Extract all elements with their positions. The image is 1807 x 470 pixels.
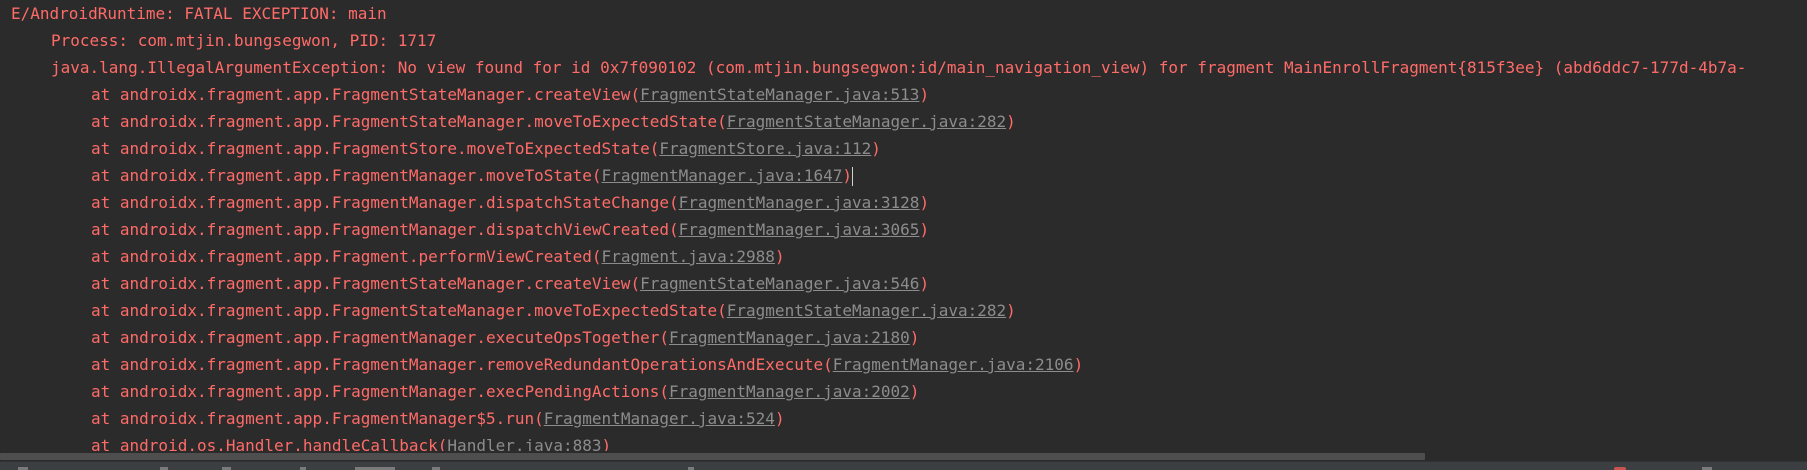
log-exception-line: java.lang.IllegalArgumentException: No v…	[51, 58, 1747, 77]
stack-frame-source-link[interactable]: FragmentManager.java:524	[544, 409, 775, 428]
stack-frame-line: at androidx.fragment.app.FragmentManager…	[11, 324, 1807, 351]
stack-frame-method: at androidx.fragment.app.FragmentStore.m…	[91, 139, 660, 158]
stack-frame-method: at androidx.fragment.app.FragmentStateMa…	[91, 274, 641, 293]
stack-frame-close-paren: )	[774, 247, 785, 266]
stack-frame-method: at androidx.fragment.app.FragmentManager…	[91, 166, 602, 185]
stack-frame-source-link[interactable]: FragmentManager.java:2002	[669, 382, 910, 401]
stack-frame-source-link[interactable]: FragmentManager.java:3128	[679, 193, 920, 212]
stack-frame-close-paren: )	[919, 193, 930, 212]
stack-frame-line: at androidx.fragment.app.FragmentManager…	[11, 162, 1807, 189]
stack-frame-method: at androidx.fragment.app.FragmentManager…	[91, 328, 669, 347]
stack-frame-method: at androidx.fragment.app.FragmentManager…	[91, 382, 669, 401]
stack-frame-source-link[interactable]: FragmentStateManager.java:282	[727, 112, 1006, 131]
horizontal-scrollbar-thumb[interactable]	[0, 453, 1425, 460]
stack-frame-line: at androidx.fragment.app.FragmentStateMa…	[11, 108, 1807, 135]
horizontal-scrollbar[interactable]	[0, 451, 1807, 461]
stack-frame-close-paren: )	[909, 382, 920, 401]
stack-frame-method: at androidx.fragment.app.FragmentStateMa…	[91, 85, 641, 104]
stack-frame-method: at androidx.fragment.app.FragmentManager…	[91, 409, 544, 428]
stack-frame-close-paren: )	[871, 139, 881, 158]
stack-frame-close-paren: )	[1006, 301, 1016, 320]
stack-frame-close-paren: )	[919, 220, 930, 239]
stack-frame-source-link[interactable]: FragmentStore.java:112	[659, 139, 871, 158]
bottom-toolbar-strip	[0, 461, 1807, 470]
stack-frame-line: at androidx.fragment.app.FragmentManager…	[11, 189, 1807, 216]
stack-frame-line: at androidx.fragment.app.Fragment.perfor…	[11, 243, 1807, 270]
stack-frame-close-paren: )	[1006, 112, 1016, 131]
stack-frame-close-paren: )	[919, 85, 930, 104]
stack-frame-line: at androidx.fragment.app.FragmentStateMa…	[11, 297, 1807, 324]
stack-frame-source-link[interactable]: FragmentManager.java:2180	[669, 328, 910, 347]
stack-frame-source-link[interactable]: FragmentManager.java:3065	[679, 220, 920, 239]
stack-frame-method: at androidx.fragment.app.FragmentStateMa…	[91, 301, 727, 320]
stack-frame-method: at androidx.fragment.app.FragmentManager…	[91, 355, 833, 374]
stack-frame-close-paren: )	[919, 274, 930, 293]
stack-frame-method: at androidx.fragment.app.Fragment.perfor…	[91, 247, 602, 266]
log-lines: E/AndroidRuntime: FATAL EXCEPTION: main …	[11, 0, 1807, 459]
stack-frame-close-paren: )	[1073, 355, 1084, 374]
stack-frame-method: at androidx.fragment.app.FragmentManager…	[91, 220, 679, 239]
text-caret	[852, 167, 854, 186]
stack-frame-source-link[interactable]: FragmentManager.java:1647	[602, 166, 843, 185]
stack-frame-line: at androidx.fragment.app.FragmentStateMa…	[11, 81, 1807, 108]
stack-frame-close-paren: )	[842, 166, 853, 185]
stack-frame-method: at androidx.fragment.app.FragmentManager…	[91, 193, 679, 212]
stack-frame-line: at androidx.fragment.app.FragmentManager…	[11, 216, 1807, 243]
stack-frame-method: at androidx.fragment.app.FragmentStateMa…	[91, 112, 727, 131]
stack-frame-close-paren: )	[909, 328, 920, 347]
logcat-console[interactable]: E/AndroidRuntime: FATAL EXCEPTION: main …	[0, 0, 1807, 470]
stack-frame-line: at androidx.fragment.app.FragmentStateMa…	[11, 270, 1807, 297]
log-header-line: E/AndroidRuntime: FATAL EXCEPTION: main	[11, 4, 387, 23]
stack-frame-source-link[interactable]: FragmentStateManager.java:282	[727, 301, 1006, 320]
stack-frame-source-link[interactable]: FragmentStateManager.java:546	[640, 274, 919, 293]
stack-frame-source-link[interactable]: FragmentStateManager.java:513	[640, 85, 919, 104]
stack-frame-line: at androidx.fragment.app.FragmentManager…	[11, 405, 1807, 432]
stack-frame-source-link[interactable]: FragmentManager.java:2106	[833, 355, 1074, 374]
stack-frame-line: at androidx.fragment.app.FragmentStore.m…	[11, 135, 1807, 162]
stack-frame-line: at androidx.fragment.app.FragmentManager…	[11, 351, 1807, 378]
stack-frame-close-paren: )	[774, 409, 785, 428]
log-process-line: Process: com.mtjin.bungsegwon, PID: 1717	[51, 31, 437, 50]
stack-frame-line: at androidx.fragment.app.FragmentManager…	[11, 378, 1807, 405]
stack-frame-source-link[interactable]: Fragment.java:2988	[602, 247, 775, 266]
